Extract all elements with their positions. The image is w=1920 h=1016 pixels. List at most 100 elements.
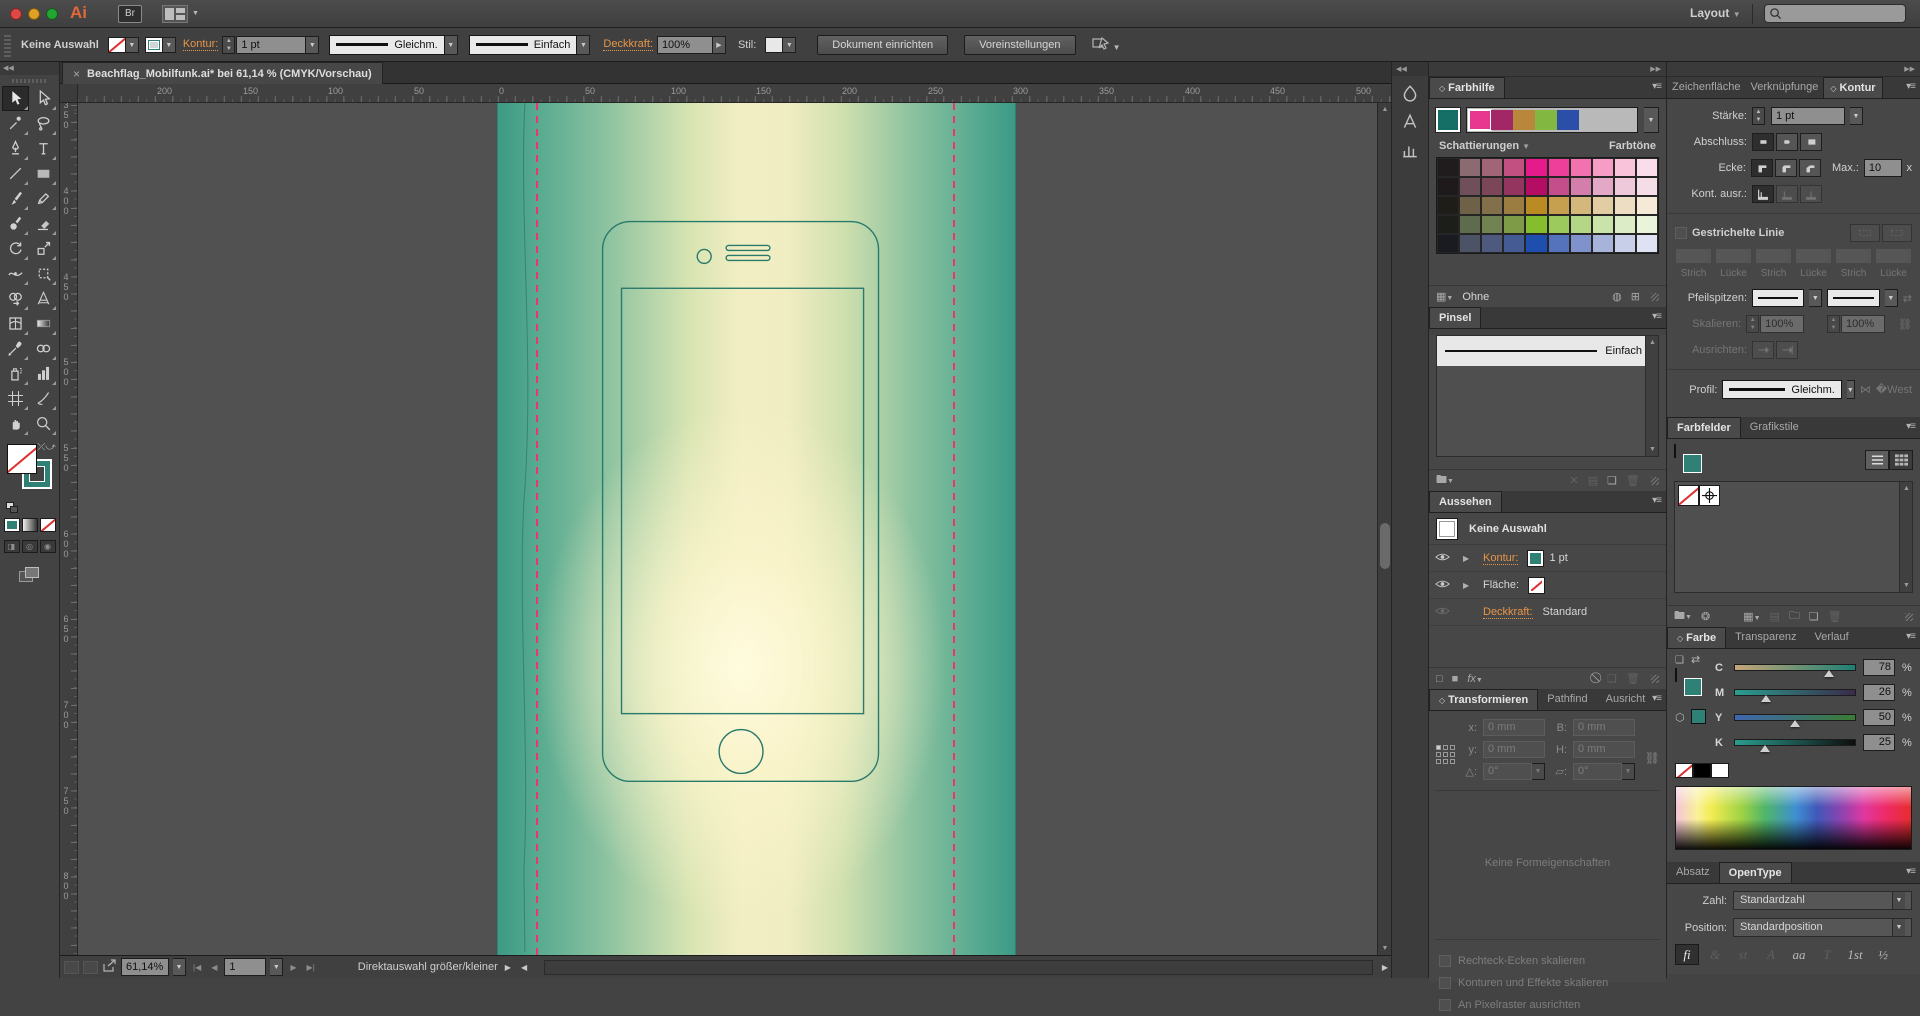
stroke-color-control[interactable]: ▼ bbox=[145, 37, 176, 53]
tab-grafikstile[interactable]: Grafikstile bbox=[1741, 417, 1808, 438]
tab-kontur[interactable]: ◇Kontur bbox=[1823, 77, 1882, 98]
line-segment-tool[interactable] bbox=[2, 161, 29, 186]
slider-thumb[interactable] bbox=[1790, 720, 1800, 727]
swatch-scrollbar[interactable]: ▲▼ bbox=[1899, 482, 1912, 592]
variation-swatch[interactable] bbox=[1636, 158, 1658, 177]
miter-limit-field[interactable]: 10 bbox=[1864, 159, 1902, 177]
new-brush-icon[interactable]: ❏ bbox=[1607, 474, 1617, 487]
fill-none-swatch[interactable] bbox=[1529, 578, 1544, 593]
edit-colors-icon[interactable]: ◍ bbox=[1612, 290, 1622, 303]
pinsel-menu-icon[interactable]: ▾≡ bbox=[1652, 311, 1661, 322]
symbol-sprayer-tool[interactable] bbox=[2, 361, 29, 386]
constrain-proportions-icon[interactable]: ⛓ bbox=[1645, 751, 1660, 765]
type-tool[interactable] bbox=[30, 136, 57, 161]
draw-behind-icon[interactable]: ◎ bbox=[22, 540, 38, 553]
stroke-color-swatch[interactable] bbox=[1528, 551, 1543, 566]
variation-swatch[interactable] bbox=[1437, 196, 1459, 215]
fill-proxy-swatch[interactable] bbox=[1674, 444, 1676, 458]
visibility-eye-icon[interactable] bbox=[1435, 606, 1457, 619]
farbfelder-menu-icon[interactable]: ▾≡ bbox=[1906, 421, 1915, 432]
expand-triangle-icon[interactable]: ▶ bbox=[1463, 554, 1473, 563]
slider-track[interactable] bbox=[1734, 664, 1856, 671]
pencil-tool[interactable] bbox=[30, 186, 57, 211]
variation-swatch[interactable] bbox=[1614, 196, 1636, 215]
tab-pinsel[interactable]: Pinsel bbox=[1429, 307, 1481, 328]
add-effect-icon[interactable]: fx▼ bbox=[1467, 673, 1483, 685]
variation-swatch[interactable] bbox=[1437, 177, 1459, 196]
variation-swatch[interactable] bbox=[1548, 158, 1570, 177]
new-fill-icon[interactable]: ■ bbox=[1452, 673, 1459, 685]
graph-panel-icon[interactable] bbox=[1397, 139, 1423, 163]
variation-swatch[interactable] bbox=[1548, 177, 1570, 196]
align-stroke-center-button[interactable] bbox=[1752, 185, 1774, 203]
variation-swatch[interactable] bbox=[1503, 196, 1525, 215]
perspective-grid-tool[interactable] bbox=[30, 286, 57, 311]
prev-artboard-icon[interactable]: ◀ bbox=[208, 963, 220, 972]
opacity-field[interactable]: 100% bbox=[657, 36, 713, 54]
fill-proxy-swatch[interactable] bbox=[1675, 668, 1677, 682]
variation-swatch[interactable] bbox=[1459, 234, 1481, 253]
new-swatch-icon[interactable]: ❏ bbox=[1809, 610, 1819, 623]
variation-swatch[interactable] bbox=[1459, 215, 1481, 234]
variation-swatch[interactable] bbox=[1525, 177, 1547, 196]
pen-tool[interactable] bbox=[2, 136, 29, 161]
channel-value-field[interactable]: 78 bbox=[1863, 659, 1895, 676]
fill-proxy-swatch[interactable] bbox=[7, 444, 37, 474]
status-expand-icon[interactable]: ▶ bbox=[502, 963, 514, 972]
variation-swatch[interactable] bbox=[1636, 215, 1658, 234]
arrange-documents-icon[interactable] bbox=[162, 5, 188, 23]
new-color-group-icon[interactable]: 🗀 bbox=[1789, 607, 1800, 626]
brush-library-icon[interactable]: 🖿▼ bbox=[1436, 471, 1454, 490]
color-button[interactable] bbox=[4, 518, 20, 532]
tab-farbe[interactable]: ◇Farbe bbox=[1667, 627, 1726, 648]
variation-swatch[interactable] bbox=[1459, 177, 1481, 196]
dock-expand-icon[interactable]: ◀◀ bbox=[1392, 62, 1428, 76]
arrowhead-start-dropdown-icon[interactable]: ▼ bbox=[1809, 289, 1822, 307]
harmony-color-chip[interactable] bbox=[1469, 110, 1491, 130]
mesh-tool[interactable] bbox=[2, 311, 29, 336]
vertical-scrollbar[interactable]: ▲ ▼ bbox=[1377, 103, 1391, 955]
stroke-dropdown-icon[interactable]: ▼ bbox=[163, 37, 176, 53]
variation-swatch[interactable] bbox=[1592, 177, 1614, 196]
selection-tool[interactable] bbox=[2, 86, 29, 111]
toolbar-collapse-icon[interactable]: ◀◀ bbox=[0, 62, 59, 75]
preferences-button[interactable]: Voreinstellungen bbox=[964, 35, 1075, 55]
deckkraft-link[interactable]: Deckkraft: bbox=[603, 38, 653, 51]
variation-swatch[interactable] bbox=[1481, 177, 1503, 196]
horizontal-scrollbar[interactable] bbox=[544, 960, 1373, 975]
staerke-stepper[interactable]: ▲▼ bbox=[1752, 107, 1765, 125]
variation-swatch[interactable] bbox=[1481, 234, 1503, 253]
swatch-none[interactable] bbox=[1678, 485, 1699, 506]
eraser-tool[interactable] bbox=[30, 211, 57, 236]
document-setup-button[interactable]: Dokument einrichten bbox=[817, 35, 948, 55]
stroke-width-stepper[interactable]: ▲▼ bbox=[222, 36, 235, 54]
farbhilfe-menu-icon[interactable]: ▾≡ bbox=[1652, 81, 1661, 92]
tab-verknuepfungen[interactable]: Verknüpfunge bbox=[1746, 77, 1824, 98]
opentype-aa-button[interactable]: aa bbox=[1787, 944, 1811, 965]
search-input[interactable] bbox=[1782, 8, 1892, 20]
guide-left[interactable] bbox=[536, 103, 538, 955]
variation-swatch[interactable] bbox=[1636, 177, 1658, 196]
brush-item-einfach[interactable]: Einfach bbox=[1437, 336, 1658, 366]
arrange-dropdown-icon[interactable]: ▼ bbox=[192, 10, 199, 17]
zoom-level-field[interactable]: 61,14% bbox=[121, 958, 169, 976]
controlbar-grip[interactable] bbox=[4, 33, 11, 57]
eyedropper-tool[interactable] bbox=[2, 336, 29, 361]
variation-swatch[interactable] bbox=[1636, 196, 1658, 215]
brush-dropdown-icon[interactable]: ▼ bbox=[577, 35, 590, 55]
maximize-window-button[interactable] bbox=[46, 8, 58, 20]
slider-thumb[interactable] bbox=[1761, 695, 1771, 702]
width-profile-dropdown-icon[interactable]: ▼ bbox=[445, 35, 458, 55]
variation-swatch[interactable] bbox=[1592, 196, 1614, 215]
width-tool[interactable] bbox=[2, 261, 29, 286]
show-swatch-kinds-icon[interactable]: ▦▼ bbox=[1743, 610, 1760, 623]
blob-brush-tool[interactable] bbox=[2, 211, 29, 236]
variation-swatch[interactable] bbox=[1525, 196, 1547, 215]
variation-swatch[interactable] bbox=[1437, 234, 1459, 253]
variation-swatch[interactable] bbox=[1481, 196, 1503, 215]
rotate-tool[interactable] bbox=[2, 236, 29, 261]
variation-swatch[interactable] bbox=[1614, 215, 1636, 234]
aussehen-row-deckkraft[interactable]: ▶ Deckkraft: Standard bbox=[1429, 599, 1666, 626]
hscroll-right-icon[interactable]: ▶ bbox=[1379, 963, 1391, 972]
slider-track[interactable] bbox=[1734, 689, 1856, 696]
